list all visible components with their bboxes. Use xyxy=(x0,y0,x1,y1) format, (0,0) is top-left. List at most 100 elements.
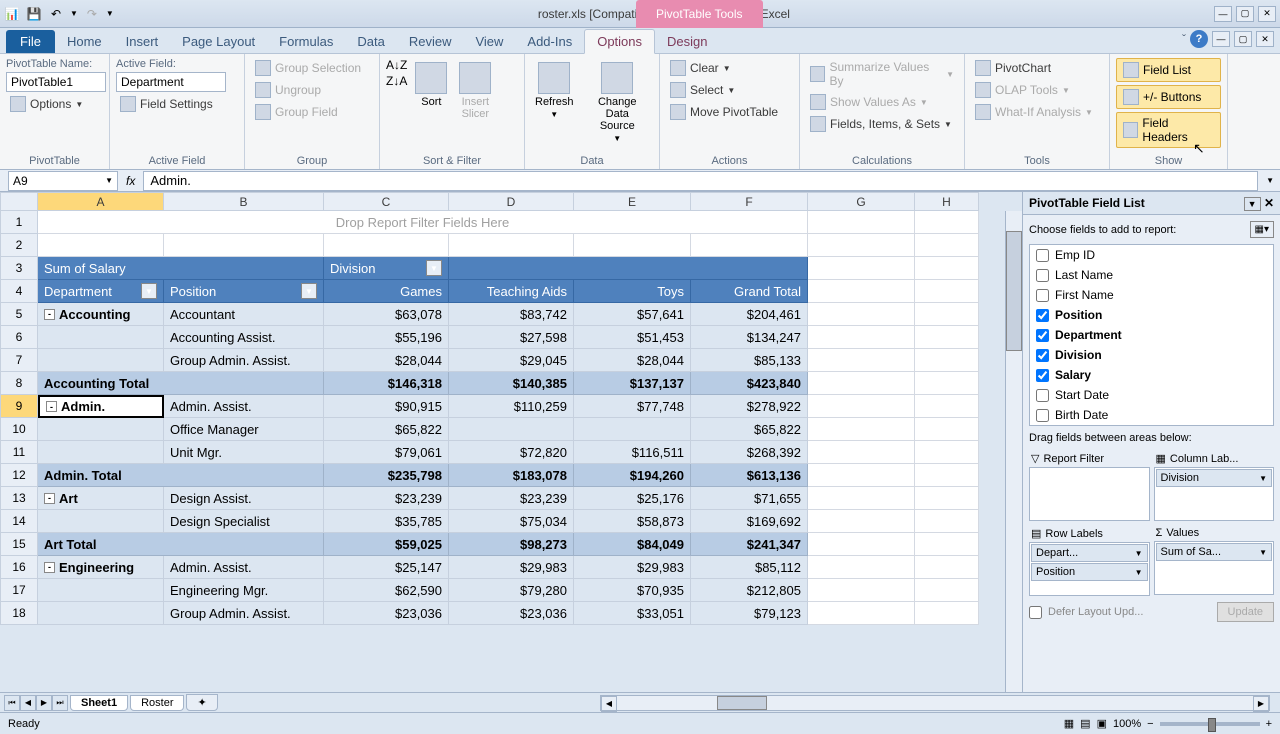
field-item-start-date[interactable]: Start Date xyxy=(1030,385,1273,405)
cell[interactable] xyxy=(915,326,979,349)
cell[interactable] xyxy=(449,418,574,441)
row-header-10[interactable]: 10 xyxy=(0,418,38,441)
field-checkbox[interactable] xyxy=(1036,369,1049,382)
cell[interactable]: $57,641 xyxy=(574,303,691,326)
move-button[interactable]: Move PivotTable xyxy=(666,102,782,122)
cell[interactable] xyxy=(915,349,979,372)
row-header-3[interactable]: 3 xyxy=(0,257,38,280)
cell[interactable]: $71,655 xyxy=(691,487,808,510)
horizontal-scrollbar[interactable]: ◀▶ xyxy=(600,695,1270,711)
area-columns-box[interactable]: Division▼ xyxy=(1154,467,1275,521)
cell[interactable] xyxy=(808,533,915,556)
cell[interactable]: $23,239 xyxy=(449,487,574,510)
cell[interactable]: Art Total xyxy=(38,533,324,556)
tab-options[interactable]: Options xyxy=(584,29,655,54)
row-header-2[interactable]: 2 xyxy=(0,234,38,257)
qat-dropdown[interactable]: ▼ xyxy=(106,9,114,18)
cell[interactable]: $58,873 xyxy=(574,510,691,533)
cell[interactable]: $110,259 xyxy=(449,395,574,418)
select-button[interactable]: Select▼ xyxy=(666,80,782,100)
cell[interactable] xyxy=(915,556,979,579)
cell[interactable]: Design Assist. xyxy=(164,487,324,510)
field-list[interactable]: Emp IDLast NameFirst NamePositionDepartm… xyxy=(1029,244,1274,426)
row-header-1[interactable]: 1 xyxy=(0,211,38,234)
wb-restore-button[interactable]: ▢ xyxy=(1234,31,1252,47)
cell[interactable] xyxy=(38,349,164,372)
view-layout-icon[interactable]: ▤ xyxy=(1080,717,1090,730)
area-rows-box[interactable]: Depart...▼ Position▼ xyxy=(1029,542,1150,596)
cell[interactable]: $85,112 xyxy=(691,556,808,579)
cell[interactable]: $84,049 xyxy=(574,533,691,556)
cell[interactable] xyxy=(915,441,979,464)
options-button[interactable]: Options▼ xyxy=(6,94,103,114)
cell[interactable]: $85,133 xyxy=(691,349,808,372)
sort-button[interactable]: Sort xyxy=(411,58,451,112)
row-header-14[interactable]: 14 xyxy=(0,510,38,533)
cell[interactable] xyxy=(808,349,915,372)
cell[interactable]: Accounting Assist. xyxy=(164,326,324,349)
tab-insert[interactable]: Insert xyxy=(114,30,171,53)
help-icon[interactable]: ? xyxy=(1190,30,1208,48)
tab-formulas[interactable]: Formulas xyxy=(267,30,345,53)
cell[interactable]: $278,922 xyxy=(691,395,808,418)
cell[interactable] xyxy=(915,372,979,395)
cell[interactable] xyxy=(808,418,915,441)
wb-close-button[interactable]: ✕ xyxy=(1256,31,1274,47)
row-header-7[interactable]: 7 xyxy=(0,349,38,372)
cell[interactable]: $98,273 xyxy=(449,533,574,556)
cell[interactable]: $212,805 xyxy=(691,579,808,602)
clear-button[interactable]: Clear▼ xyxy=(666,58,782,78)
cell[interactable]: $23,036 xyxy=(324,602,449,625)
undo-dropdown[interactable]: ▼ xyxy=(70,9,78,18)
field-checkbox[interactable] xyxy=(1036,389,1049,402)
cell[interactable]: Games xyxy=(324,280,449,303)
field-checkbox[interactable] xyxy=(1036,309,1049,322)
select-all-corner[interactable] xyxy=(0,192,38,211)
field-item-salary[interactable]: Salary xyxy=(1030,365,1273,385)
layout-options-icon[interactable]: ▦▾ xyxy=(1250,221,1274,238)
sheet-nav-next[interactable]: ▶ xyxy=(36,695,52,711)
cell[interactable]: Engineering Mgr. xyxy=(164,579,324,602)
cell[interactable]: $423,840 xyxy=(691,372,808,395)
row-header-6[interactable]: 6 xyxy=(0,326,38,349)
cell[interactable]: Division▼ xyxy=(324,257,449,280)
cell[interactable] xyxy=(808,510,915,533)
cell[interactable]: $241,347 xyxy=(691,533,808,556)
row-header-18[interactable]: 18 xyxy=(0,602,38,625)
cell[interactable]: $29,983 xyxy=(574,556,691,579)
cell[interactable]: Sum of Salary xyxy=(38,257,324,280)
cell[interactable]: Teaching Aids xyxy=(449,280,574,303)
cell[interactable] xyxy=(808,602,915,625)
cell[interactable] xyxy=(38,441,164,464)
cell[interactable] xyxy=(915,211,979,234)
cell[interactable]: -Admin. xyxy=(38,395,164,418)
field-item-division[interactable]: Division xyxy=(1030,345,1273,365)
cell[interactable]: Accountant xyxy=(164,303,324,326)
cell[interactable] xyxy=(915,464,979,487)
row-header-17[interactable]: 17 xyxy=(0,579,38,602)
cell[interactable]: Design Specialist xyxy=(164,510,324,533)
col-header-H[interactable]: H xyxy=(915,192,979,211)
cell[interactable]: Unit Mgr. xyxy=(164,441,324,464)
cell[interactable]: $28,044 xyxy=(574,349,691,372)
cell[interactable] xyxy=(324,234,449,257)
cell[interactable]: Group Admin. Assist. xyxy=(164,349,324,372)
cell[interactable]: $25,147 xyxy=(324,556,449,579)
cell[interactable] xyxy=(38,234,164,257)
zoom-level[interactable]: 100% xyxy=(1113,718,1141,730)
field-headers-toggle[interactable]: Field Headers xyxy=(1116,112,1221,148)
cell[interactable] xyxy=(691,234,808,257)
tab-review[interactable]: Review xyxy=(397,30,464,53)
cell[interactable]: $29,045 xyxy=(449,349,574,372)
sheet-nav-first[interactable]: ⏮ xyxy=(4,695,20,711)
cell[interactable]: $134,247 xyxy=(691,326,808,349)
row-chip-position[interactable]: Position▼ xyxy=(1031,563,1148,581)
cell[interactable] xyxy=(808,579,915,602)
formula-expand-icon[interactable]: ▼ xyxy=(1266,176,1280,185)
cell[interactable]: $83,742 xyxy=(449,303,574,326)
cell[interactable] xyxy=(915,418,979,441)
col-header-D[interactable]: D xyxy=(449,192,574,211)
cell[interactable]: $77,748 xyxy=(574,395,691,418)
cell[interactable]: $169,692 xyxy=(691,510,808,533)
cell[interactable] xyxy=(808,280,915,303)
